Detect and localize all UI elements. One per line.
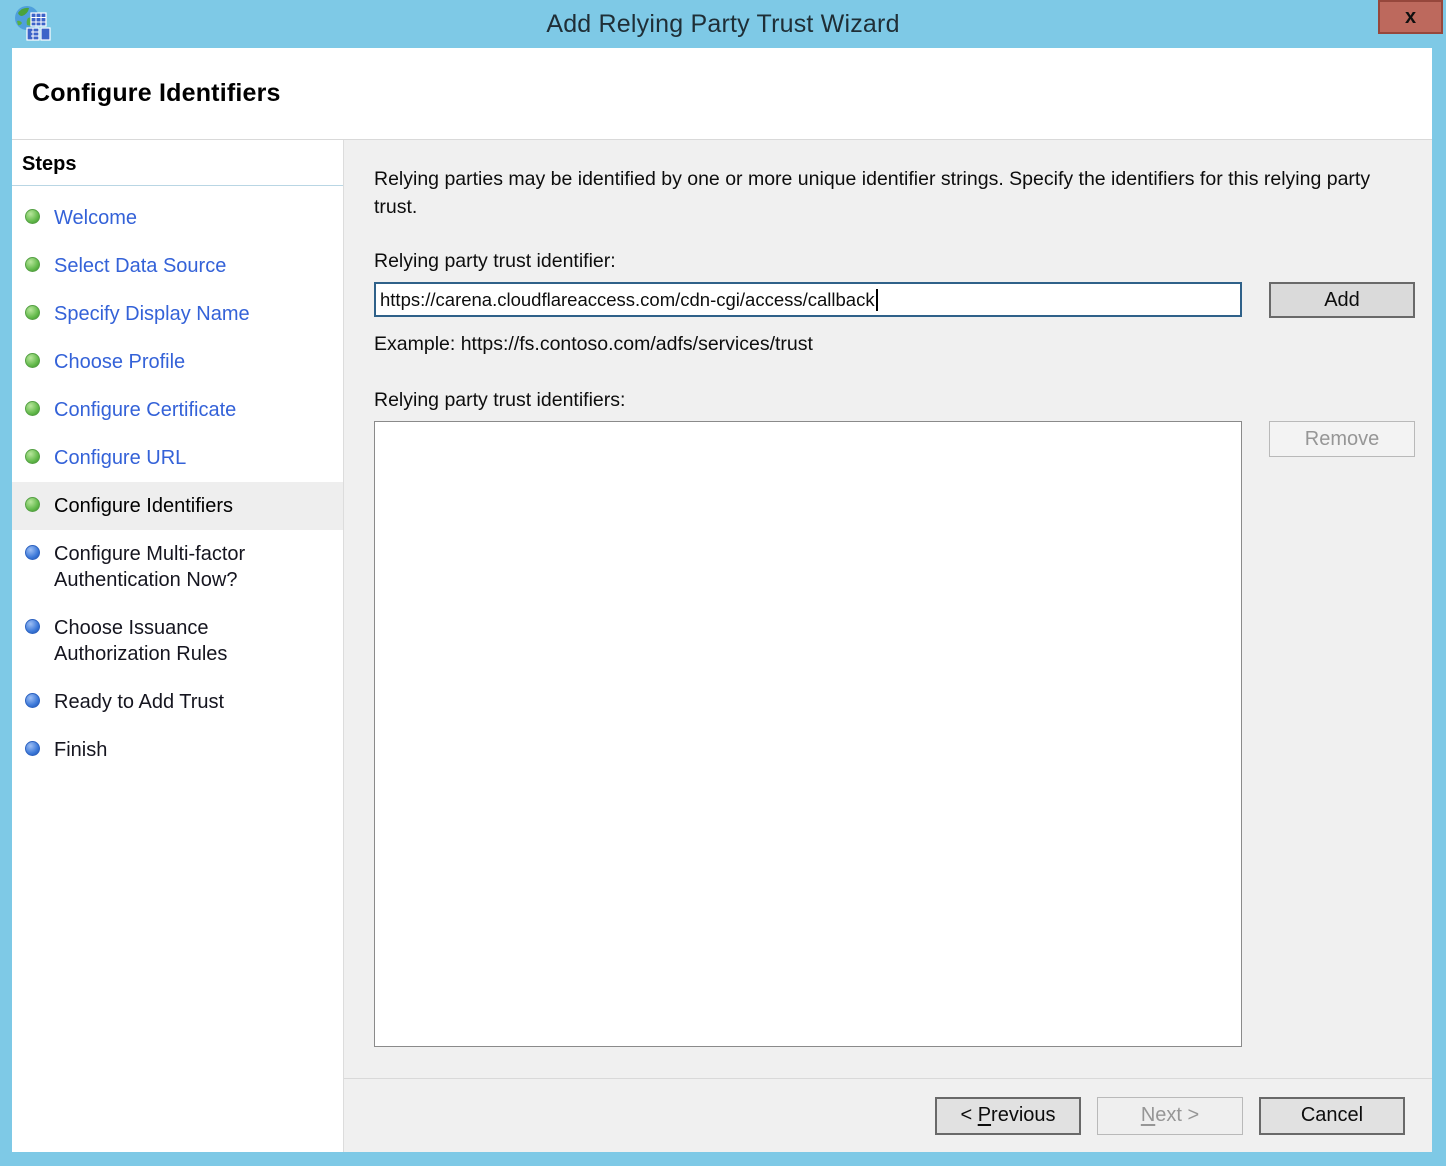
cancel-button[interactable]: Cancel <box>1259 1097 1405 1135</box>
step-bullet-icon <box>25 353 40 368</box>
step-bullet-icon <box>25 497 40 512</box>
step-bullet-icon <box>25 545 40 560</box>
step-label: Finish <box>54 737 107 763</box>
step-item: Welcome <box>12 194 343 242</box>
step-label: Select Data Source <box>54 253 226 279</box>
step-item: Choose Profile <box>12 338 343 386</box>
intro-text: Relying parties may be identified by one… <box>374 165 1404 221</box>
step-item: Choose Issuance Authorization Rules <box>12 604 343 678</box>
step-item: Configure URL <box>12 434 343 482</box>
next-button[interactable]: Next > <box>1097 1097 1243 1135</box>
identifier-input[interactable]: https://carena.cloudflareaccess.com/cdn-… <box>374 282 1242 317</box>
step-item: Configure Certificate <box>12 386 343 434</box>
identifiers-list-label: Relying party trust identifiers: <box>374 389 1432 412</box>
step-item: Ready to Add Trust <box>12 678 343 726</box>
wizard-frame: Configure Identifiers Steps Welcome Sele… <box>12 48 1432 1152</box>
titlebar: Add Relying Party Trust Wizard x <box>0 0 1446 48</box>
previous-button[interactable]: < Previous <box>935 1097 1081 1135</box>
identifier-input-value: https://carena.cloudflareaccess.com/cdn-… <box>380 289 875 311</box>
step-label: Configure URL <box>54 445 186 471</box>
step-label: Configure Certificate <box>54 397 236 423</box>
example-text: Example: https://fs.contoso.com/adfs/ser… <box>374 333 1432 356</box>
add-button[interactable]: Add <box>1269 282 1415 318</box>
step-bullet-icon <box>25 741 40 756</box>
steps-list: Welcome Select Data Source Specify Displ… <box>12 186 343 774</box>
step-item: Specify Display Name <box>12 290 343 338</box>
step-label: Ready to Add Trust <box>54 689 224 715</box>
step-label: Choose Profile <box>54 349 185 375</box>
step-label: Configure Identifiers <box>54 493 233 519</box>
step-bullet-icon <box>25 401 40 416</box>
wizard-footer: < Previous Next > Cancel <box>344 1078 1432 1152</box>
steps-heading: Steps <box>12 140 343 186</box>
adfs-app-icon <box>14 5 52 45</box>
identifier-label: Relying party trust identifier: <box>374 250 1432 273</box>
step-item: Configure Multi-factor Authentication No… <box>12 530 343 604</box>
close-button[interactable]: x <box>1378 0 1443 34</box>
step-bullet-icon <box>25 619 40 634</box>
step-item: Finish <box>12 726 343 774</box>
identifiers-listbox[interactable] <box>374 421 1242 1047</box>
configure-identifiers-panel: Relying parties may be identified by one… <box>344 140 1432 1078</box>
step-label: Welcome <box>54 205 137 231</box>
step-label: Configure Multi-factor Authentication No… <box>54 541 294 593</box>
window-title: Add Relying Party Trust Wizard <box>546 10 899 39</box>
step-bullet-icon <box>25 305 40 320</box>
step-item: Select Data Source <box>12 242 343 290</box>
step-bullet-icon <box>25 209 40 224</box>
steps-sidebar: Steps Welcome Select Data Source Specify… <box>12 140 344 1152</box>
text-caret <box>876 289 878 311</box>
step-bullet-icon <box>25 257 40 272</box>
step-label: Specify Display Name <box>54 301 250 327</box>
step-item: Configure Identifiers <box>12 482 343 530</box>
step-bullet-icon <box>25 693 40 708</box>
page-title: Configure Identifiers <box>32 79 281 108</box>
remove-button[interactable]: Remove <box>1269 421 1415 457</box>
step-bullet-icon <box>25 449 40 464</box>
page-header: Configure Identifiers <box>12 48 1432 139</box>
step-label: Choose Issuance Authorization Rules <box>54 615 294 667</box>
